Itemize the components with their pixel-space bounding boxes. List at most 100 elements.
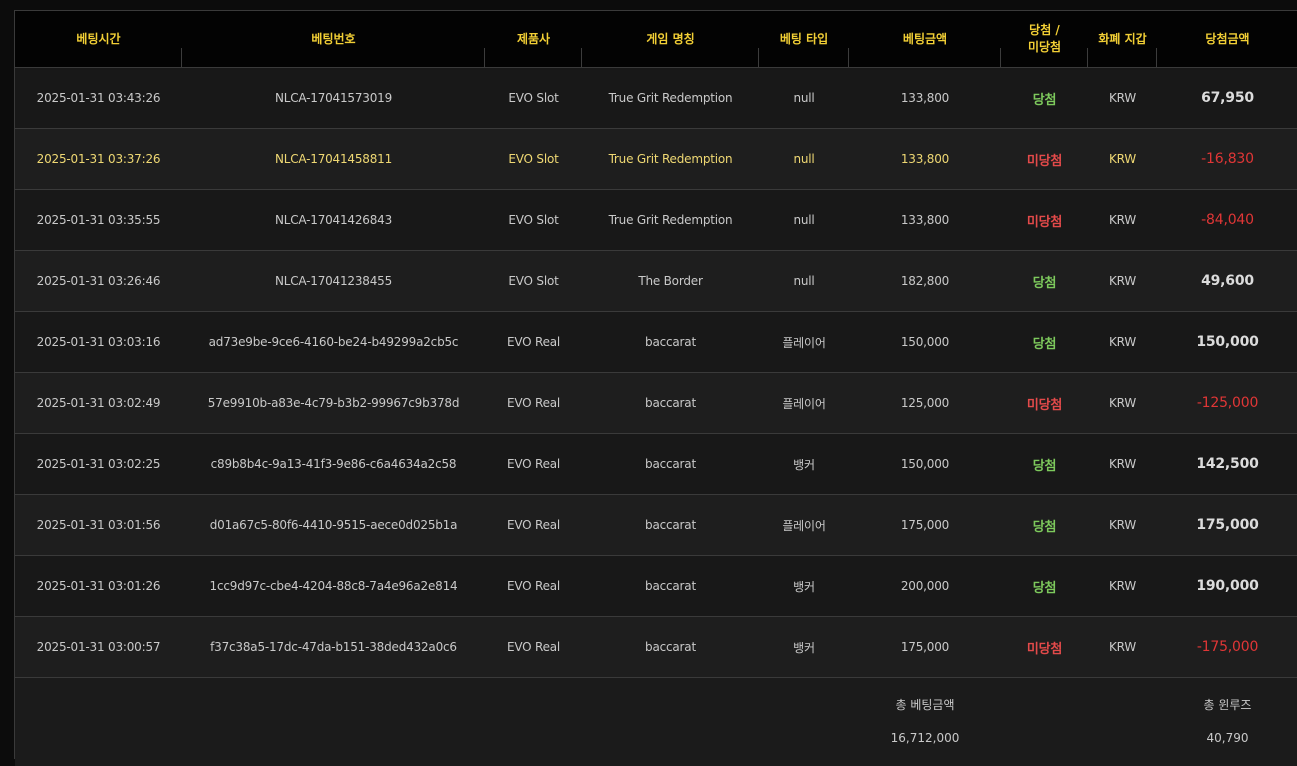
- bet-time-cell: 2025-01-31 03:01:56: [15, 495, 182, 556]
- game-name-cell: True Grit Redemption: [582, 68, 759, 129]
- currency-cell: KRW: [1088, 68, 1157, 129]
- game-name-cell: The Border: [582, 251, 759, 312]
- bet-type-cell: null: [759, 129, 849, 190]
- table-row[interactable]: 2025-01-31 03:37:26NLCA-17041458811EVO S…: [15, 129, 1297, 190]
- bet-time-cell: 2025-01-31 03:37:26: [15, 129, 182, 190]
- bet-id-cell: f37c38a5-17dc-47da-b151-38ded432a0c6: [182, 617, 485, 678]
- bet-amount-cell: 150,000: [849, 312, 1001, 373]
- header-result-line1: 당첨 /: [1001, 22, 1088, 39]
- game-name-cell: baccarat: [582, 617, 759, 678]
- result-cell: 미당첨: [1001, 617, 1088, 678]
- game-name-cell: baccarat: [582, 434, 759, 495]
- provider-cell: EVO Real: [485, 495, 582, 556]
- bet-amount-cell: 182,800: [849, 251, 1001, 312]
- bet-amount-cell: 200,000: [849, 556, 1001, 617]
- result-cell: 당첨: [1001, 251, 1088, 312]
- currency-cell: KRW: [1088, 312, 1157, 373]
- total-winloss-label: 총 윈루즈: [1157, 696, 1297, 713]
- result-cell: 당첨: [1001, 68, 1088, 129]
- game-name-cell: baccarat: [582, 373, 759, 434]
- table-body: 2025-01-31 03:43:26NLCA-17041573019EVO S…: [15, 68, 1297, 678]
- bet-type-cell: 뱅커: [759, 556, 849, 617]
- game-name-cell: True Grit Redemption: [582, 129, 759, 190]
- provider-cell: EVO Real: [485, 617, 582, 678]
- result-cell: 당첨: [1001, 556, 1088, 617]
- header-payout: 당첨금액: [1157, 11, 1297, 68]
- bet-time-cell: 2025-01-31 03:35:55: [15, 190, 182, 251]
- bet-amount-cell: 175,000: [849, 617, 1001, 678]
- bet-amount-cell: 133,800: [849, 190, 1001, 251]
- table-row[interactable]: 2025-01-31 03:26:46NLCA-17041238455EVO S…: [15, 251, 1297, 312]
- bet-id-cell: NLCA-17041238455: [182, 251, 485, 312]
- provider-cell: EVO Slot: [485, 190, 582, 251]
- payout-cell: -84,040: [1157, 190, 1297, 251]
- header-result: 당첨 / 미당첨: [1001, 11, 1088, 68]
- payout-cell: -175,000: [1157, 617, 1297, 678]
- bet-id-cell: ad73e9be-9ce6-4160-be24-b49299a2cb5c: [182, 312, 485, 373]
- result-cell: 미당첨: [1001, 373, 1088, 434]
- bet-type-cell: 플레이어: [759, 312, 849, 373]
- table-row[interactable]: 2025-01-31 03:01:261cc9d97c-cbe4-4204-88…: [15, 556, 1297, 617]
- provider-cell: EVO Slot: [485, 251, 582, 312]
- bet-time-cell: 2025-01-31 03:02:49: [15, 373, 182, 434]
- table-row[interactable]: 2025-01-31 03:35:55NLCA-17041426843EVO S…: [15, 190, 1297, 251]
- bet-history-panel: 베팅시간 베팅번호 제품사 게임 명칭 베팅 타입 베팅금액 당첨 / 미당첨 …: [14, 10, 1297, 759]
- currency-cell: KRW: [1088, 495, 1157, 556]
- bet-time-cell: 2025-01-31 03:26:46: [15, 251, 182, 312]
- game-name-cell: baccarat: [582, 312, 759, 373]
- payout-cell: -16,830: [1157, 129, 1297, 190]
- header-currency: 화폐 지갑: [1088, 11, 1157, 68]
- payout-cell: -125,000: [1157, 373, 1297, 434]
- bet-id-cell: NLCA-17041573019: [182, 68, 485, 129]
- provider-cell: EVO Real: [485, 312, 582, 373]
- game-name-cell: baccarat: [582, 556, 759, 617]
- payout-cell: 150,000: [1157, 312, 1297, 373]
- table-row[interactable]: 2025-01-31 03:43:26NLCA-17041573019EVO S…: [15, 68, 1297, 129]
- provider-cell: EVO Real: [485, 373, 582, 434]
- table-row[interactable]: 2025-01-31 03:01:56d01a67c5-80f6-4410-95…: [15, 495, 1297, 556]
- header-bet-amount: 베팅금액: [849, 11, 1001, 68]
- bet-type-cell: 뱅커: [759, 617, 849, 678]
- payout-cell: 190,000: [1157, 556, 1297, 617]
- bet-time-cell: 2025-01-31 03:43:26: [15, 68, 182, 129]
- header-bet-id: 베팅번호: [182, 11, 485, 68]
- table-row[interactable]: 2025-01-31 03:02:4957e9910b-a83e-4c79-b3…: [15, 373, 1297, 434]
- total-winloss-value: 40,790: [1157, 731, 1297, 745]
- summary-row: 총 베팅금액 16,712,000 총 윈루즈 40,790: [15, 678, 1297, 766]
- payout-cell: 67,950: [1157, 68, 1297, 129]
- bet-id-cell: NLCA-17041426843: [182, 190, 485, 251]
- bet-id-cell: 57e9910b-a83e-4c79-b3b2-99967c9b378d: [182, 373, 485, 434]
- payout-cell: 142,500: [1157, 434, 1297, 495]
- currency-cell: KRW: [1088, 373, 1157, 434]
- result-cell: 당첨: [1001, 434, 1088, 495]
- header-bet-type: 베팅 타입: [759, 11, 849, 68]
- currency-cell: KRW: [1088, 434, 1157, 495]
- bet-amount-cell: 150,000: [849, 434, 1001, 495]
- total-winloss-cell: 총 윈루즈 40,790: [1157, 678, 1297, 766]
- provider-cell: EVO Slot: [485, 68, 582, 129]
- bet-type-cell: null: [759, 190, 849, 251]
- table-header-row: 베팅시간 베팅번호 제품사 게임 명칭 베팅 타입 베팅금액 당첨 / 미당첨 …: [15, 11, 1297, 68]
- table-row[interactable]: 2025-01-31 03:03:16ad73e9be-9ce6-4160-be…: [15, 312, 1297, 373]
- bet-time-cell: 2025-01-31 03:00:57: [15, 617, 182, 678]
- bet-id-cell: NLCA-17041458811: [182, 129, 485, 190]
- bet-amount-cell: 133,800: [849, 68, 1001, 129]
- currency-cell: KRW: [1088, 190, 1157, 251]
- table-row[interactable]: 2025-01-31 03:00:57f37c38a5-17dc-47da-b1…: [15, 617, 1297, 678]
- result-cell: 당첨: [1001, 312, 1088, 373]
- bet-type-cell: 플레이어: [759, 373, 849, 434]
- total-bet-label: 총 베팅금액: [849, 696, 1001, 713]
- bet-id-cell: 1cc9d97c-cbe4-4204-88c8-7a4e96a2e814: [182, 556, 485, 617]
- payout-cell: 49,600: [1157, 251, 1297, 312]
- table-row[interactable]: 2025-01-31 03:02:25c89b8b4c-9a13-41f3-9e…: [15, 434, 1297, 495]
- header-provider: 제품사: [485, 11, 582, 68]
- bet-time-cell: 2025-01-31 03:03:16: [15, 312, 182, 373]
- total-bet-value: 16,712,000: [849, 731, 1001, 745]
- bet-amount-cell: 133,800: [849, 129, 1001, 190]
- provider-cell: EVO Real: [485, 556, 582, 617]
- result-cell: 당첨: [1001, 495, 1088, 556]
- bet-type-cell: 뱅커: [759, 434, 849, 495]
- header-result-line2: 미당첨: [1001, 39, 1088, 56]
- result-cell: 미당첨: [1001, 129, 1088, 190]
- currency-cell: KRW: [1088, 129, 1157, 190]
